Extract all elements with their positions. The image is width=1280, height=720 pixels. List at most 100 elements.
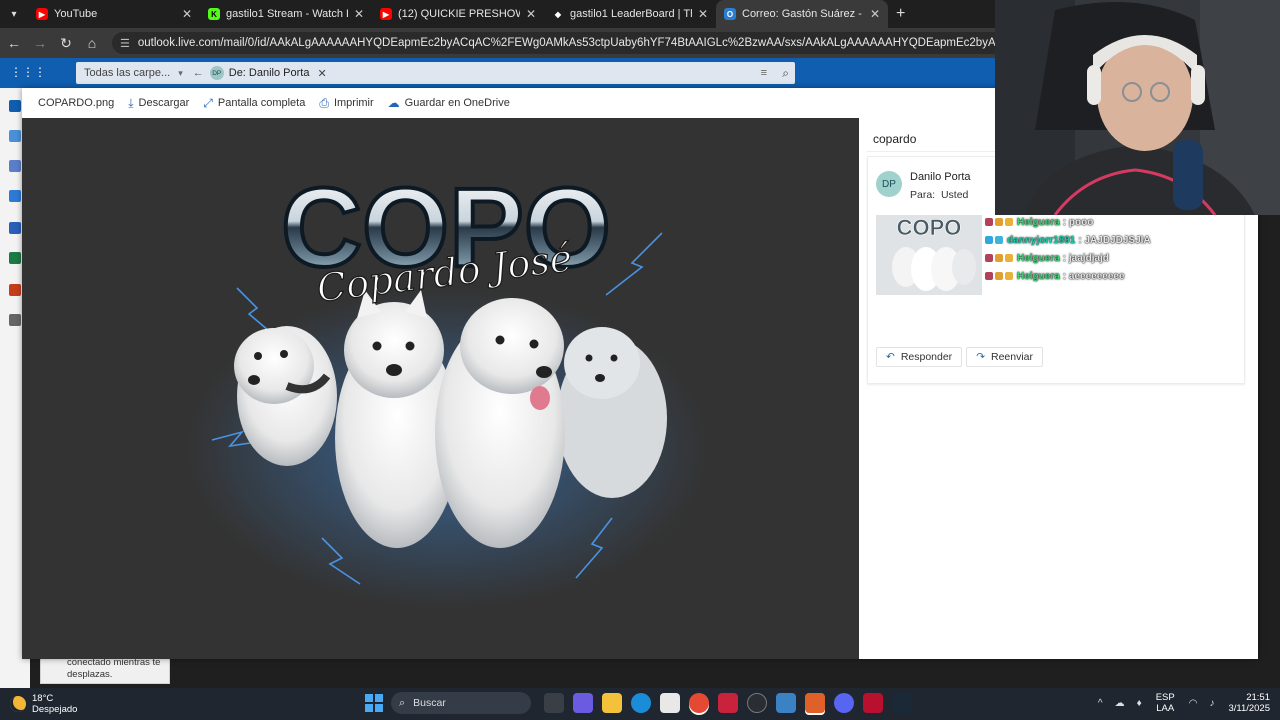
badge-icon (1005, 254, 1013, 262)
new-tab-plus-icon[interactable]: + (896, 5, 905, 23)
chat-message: Helguera: aeeeeeeeee (985, 267, 1185, 285)
tab-title: (12) QUICKIE PRESHOW (FLOTA (398, 8, 520, 20)
badge-icon (985, 218, 993, 226)
app-icon[interactable] (717, 693, 738, 713)
kick-icon: K (208, 8, 220, 20)
site-info-icon[interactable]: ☰ (120, 37, 130, 50)
tab-title: YouTube (54, 8, 98, 20)
badge-icon (1005, 272, 1013, 280)
tab-leaderboard[interactable]: ◆ gastilo1 LeaderBoard | The best ✕ (544, 0, 716, 28)
edge-icon[interactable] (630, 693, 651, 713)
badge-icon (995, 254, 1003, 262)
recipient-value[interactable]: Usted (941, 189, 968, 201)
tab-search-chevron-icon[interactable]: ▾ (0, 0, 28, 28)
close-icon[interactable]: ✕ (526, 7, 536, 21)
tab-youtube[interactable]: ▶ YouTube ✕ (28, 0, 200, 28)
tab-title: Correo: Gastón Suárez - Outlook (742, 8, 864, 20)
taskbar-search[interactable]: ⌕ Buscar (391, 692, 531, 714)
search-scope-dropdown[interactable]: Todas las carpe... (76, 67, 178, 79)
reply-button[interactable]: ↶ Responder (876, 347, 963, 367)
save-onedrive-button[interactable]: ☁ Guardar en OneDrive (388, 96, 510, 110)
badge-icon (985, 236, 993, 244)
tab-outlook[interactable]: O Correo: Gastón Suárez - Outlook ✕ (716, 0, 888, 28)
close-icon[interactable]: ✕ (698, 7, 708, 21)
attachment-thumbnail[interactable]: COPO (876, 215, 982, 295)
youtube-icon: ▶ (36, 8, 48, 20)
close-icon[interactable]: ✕ (354, 7, 364, 21)
tab-kick-stream[interactable]: K gastilo1 Stream - Watch Live on ✕ (200, 0, 372, 28)
task-view-icon[interactable] (543, 693, 564, 713)
tab-quickie-preshow[interactable]: ▶ (12) QUICKIE PRESHOW (FLOTA ✕ (372, 0, 544, 28)
diamond-icon: ◆ (554, 9, 562, 19)
chevron-up-icon[interactable]: ^ (1098, 698, 1103, 709)
forward-button[interactable]: ↷ Reenviar (966, 347, 1044, 367)
system-tray: ^ ☁ ♦ ESP LAA ◠ ♪ 21:51 3/11/2025 (1092, 692, 1270, 714)
download-button[interactable]: ⤓ Descargar (128, 96, 189, 111)
badge-icon (985, 254, 993, 262)
app-icon[interactable] (862, 693, 883, 713)
app-launcher-icon[interactable]: ⋮⋮⋮ (10, 66, 46, 78)
discord-icon[interactable] (833, 693, 854, 713)
home-icon[interactable]: ⌂ (80, 31, 104, 55)
start-button-windows-icon[interactable] (365, 694, 383, 712)
apps-icon[interactable] (9, 314, 21, 326)
forward-arrow-icon[interactable]: → (28, 31, 52, 55)
badge-icon (995, 218, 1003, 226)
close-icon[interactable]: ✕ (870, 7, 880, 21)
app-icon[interactable] (746, 693, 767, 713)
weather-widget[interactable]: 18°C Despejado (10, 693, 77, 715)
badge-icon (1005, 218, 1013, 226)
fullscreen-button[interactable]: ⤢ Pantalla completa (203, 96, 305, 111)
reload-icon[interactable]: ↻ (54, 31, 78, 55)
calendar-icon[interactable] (9, 130, 21, 142)
cloud-icon[interactable]: ☁ (1115, 698, 1125, 709)
steam-icon[interactable] (891, 693, 912, 713)
windows-taskbar: 18°C Despejado ⌕ Buscar ^ ☁ ♦ ESP LAA ◠ … (0, 688, 1280, 720)
streamer-webcam-image (995, 0, 1280, 215)
excel-icon[interactable] (9, 252, 21, 264)
search-icon: ⌕ (399, 696, 406, 709)
badge-icon (985, 272, 993, 280)
word-icon[interactable] (9, 222, 21, 234)
expand-icon: ⤢ (203, 95, 213, 110)
search-icon[interactable]: ⌕ (782, 66, 789, 81)
chat-username: Helguera (1017, 270, 1060, 282)
thumbnail-image: COPO (876, 215, 982, 295)
mail-icon[interactable] (9, 100, 21, 112)
copilot-icon[interactable] (572, 693, 593, 713)
chat-username: dannyjorr1891 (1007, 234, 1076, 246)
clock[interactable]: 21:51 3/11/2025 (1228, 692, 1270, 714)
chat-message: Helguera: pooo (985, 213, 1185, 231)
print-button[interactable]: ⎙ Imprimir (319, 96, 373, 111)
back-arrow-icon[interactable]: ← (193, 67, 204, 79)
chevron-down-icon[interactable]: ▾ (178, 68, 183, 79)
todo-icon[interactable] (9, 190, 21, 202)
app-icon[interactable] (804, 693, 825, 713)
language-indicator[interactable]: ESP LAA (1156, 692, 1175, 714)
avatar: DP (876, 171, 902, 197)
recipient-line: Para: Usted (910, 189, 968, 201)
store-icon[interactable] (659, 693, 680, 713)
volume-icon[interactable]: ♪ (1209, 698, 1214, 709)
filter-chip[interactable]: De: Danilo Porta (229, 67, 310, 79)
search-box[interactable]: Todas las carpe... ▾ ← DP De: Danilo Por… (76, 62, 795, 84)
avatar: DP (209, 66, 224, 80)
sender-name[interactable]: Danilo Porta (910, 171, 971, 183)
close-icon[interactable]: ✕ (182, 7, 192, 21)
back-arrow-icon[interactable]: ← (2, 31, 26, 55)
powerpoint-icon[interactable] (9, 284, 21, 296)
file-explorer-icon[interactable] (601, 693, 622, 713)
file-name: COPARDO.png (38, 97, 115, 109)
printer-icon: ⎙ (319, 95, 329, 110)
people-icon[interactable] (9, 160, 21, 172)
badge-icon (995, 236, 1003, 244)
wifi-icon[interactable]: ◠ (1189, 698, 1198, 709)
chat-text: : jaajdjajd (1062, 252, 1109, 264)
chrome-icon[interactable] (688, 693, 709, 713)
app-icon[interactable] (775, 693, 796, 713)
filter-icon[interactable]: ≡ (761, 67, 767, 79)
chat-username: Helguera (1017, 216, 1060, 228)
close-icon[interactable]: ✕ (317, 67, 326, 80)
microphone-icon[interactable]: ♦ (1137, 698, 1142, 709)
svg-text:COPO: COPO (897, 215, 962, 240)
